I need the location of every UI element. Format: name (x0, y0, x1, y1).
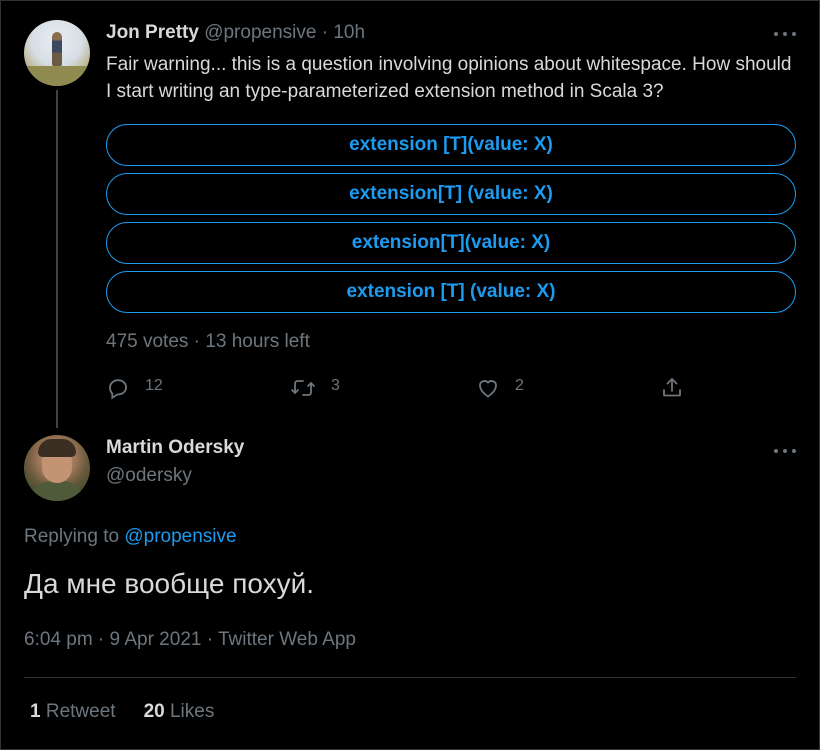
more-dot (774, 32, 778, 36)
reply-tweet-meta[interactable]: 6:04 pm · 9 Apr 2021 · Twitter Web App (24, 628, 356, 652)
more-dot (783, 32, 787, 36)
avatar-figure (52, 32, 62, 66)
retweets-stat[interactable]: 1 Retweet (30, 700, 116, 724)
retweet-button[interactable]: 3 (290, 374, 340, 402)
avatar-shirt (28, 481, 86, 501)
avatar-ground (24, 66, 90, 86)
thread-connector-line (56, 90, 58, 428)
more-options-icon[interactable] (774, 31, 796, 37)
avatar-jon-pretty[interactable] (24, 20, 90, 86)
poll-option-3[interactable]: extension[T](value: X) (106, 222, 796, 264)
reply-button[interactable]: 12 (106, 374, 163, 402)
replying-to-handle-link[interactable]: @propensive (124, 526, 236, 547)
share-button[interactable] (660, 374, 684, 402)
parent-author-name[interactable]: Jon Pretty (106, 22, 199, 43)
reply-author-handle[interactable]: @odersky (106, 464, 192, 488)
retweet-count: 3 (331, 377, 340, 394)
poll-option-1[interactable]: extension [T](value: X) (106, 124, 796, 166)
likes-count: 20 (143, 701, 165, 722)
more-options-icon[interactable] (774, 448, 796, 454)
more-dot (792, 449, 796, 453)
like-button[interactable]: 2 (476, 374, 524, 402)
poll-meta: 475 votes · 13 hours left (106, 331, 310, 352)
reply-count: 12 (145, 377, 163, 394)
parent-tweet-text: Fair warning... this is a question invol… (106, 54, 792, 102)
share-icon (663, 378, 681, 397)
engagement-stats: 1 Retweet 20 Likes (30, 700, 214, 724)
avatar-martin-odersky[interactable] (24, 435, 90, 501)
likes-stat[interactable]: 20 Likes (144, 700, 215, 724)
retweets-label: Retweet (45, 701, 116, 722)
parent-tweet-time[interactable]: 10h (333, 22, 365, 43)
likes-label: Likes (169, 701, 215, 722)
parent-author-handle[interactable]: @propensive (204, 22, 316, 43)
poll-option-4[interactable]: extension [T] (value: X) (106, 271, 796, 313)
parent-tweet-header: Jon Pretty @propensive · 10h (106, 21, 365, 45)
header-separator: · (321, 22, 329, 43)
retweet-icon (291, 380, 315, 396)
reply-author-name[interactable]: Martin Odersky (106, 436, 244, 460)
like-count: 2 (515, 377, 524, 394)
reply-icon (109, 379, 128, 400)
divider (24, 677, 796, 678)
more-dot (783, 449, 787, 453)
more-dot (774, 449, 778, 453)
replying-to: Replying to @propensive (24, 525, 237, 549)
poll-option-2[interactable]: extension[T] (value: X) (106, 173, 796, 215)
heart-icon (479, 380, 497, 398)
replying-to-label: Replying to (24, 526, 120, 547)
avatar-hair (38, 439, 76, 457)
reply-tweet-text: Да мне вообще похуй. (24, 568, 315, 599)
retweets-count: 1 (30, 701, 41, 722)
more-dot (792, 32, 796, 36)
